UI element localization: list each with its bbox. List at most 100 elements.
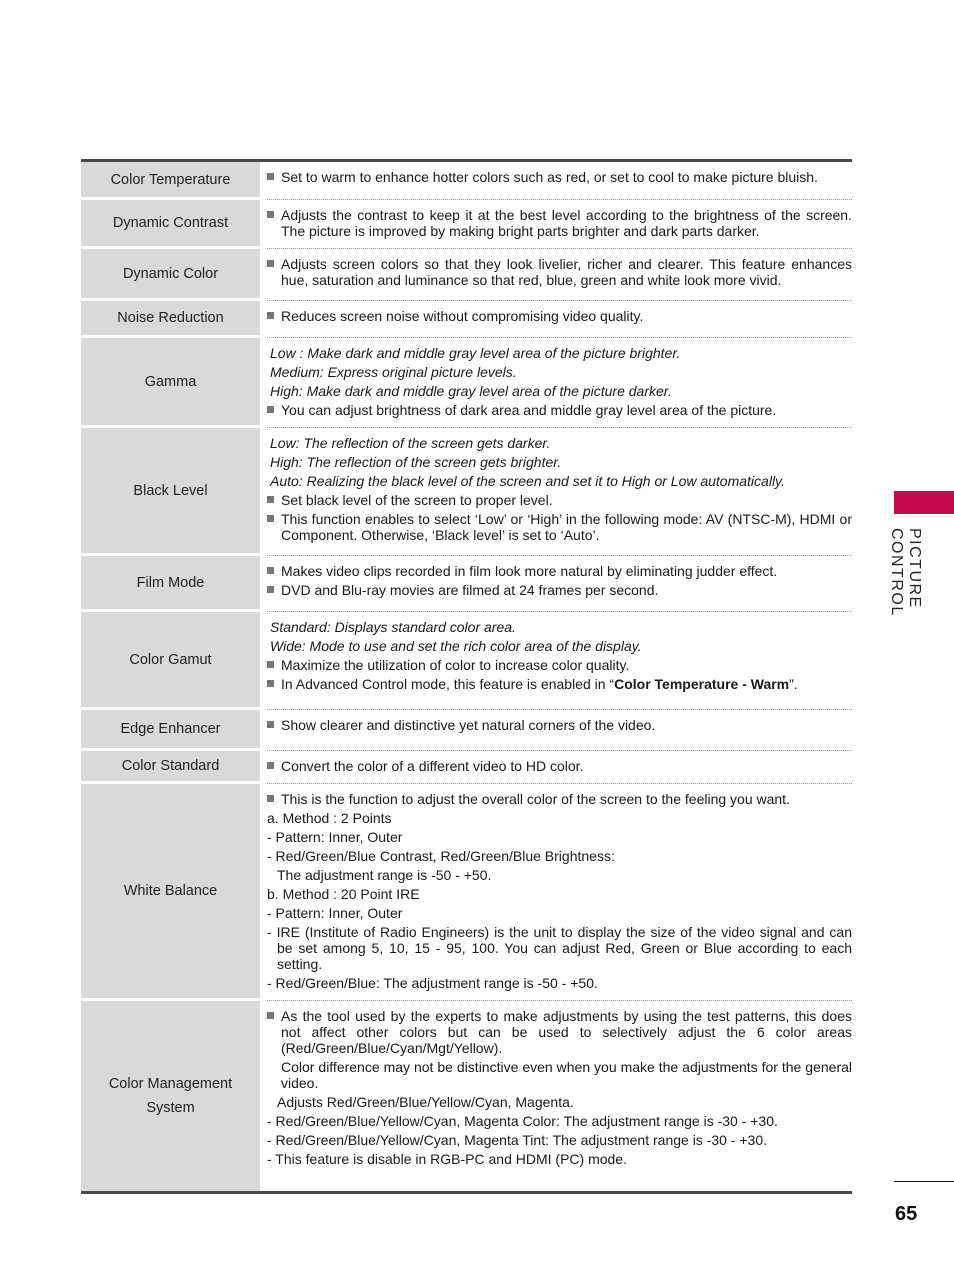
- option-description: Standard: Displays standard color area.: [270, 619, 516, 635]
- table-row: Dynamic Contrast Adjusts the contrast to …: [81, 200, 852, 249]
- bullet-item: Adjusts screen colors so that they look …: [267, 256, 852, 288]
- setting-description: Adjusts the contrast to keep it at the b…: [267, 200, 852, 249]
- bullet-text: Reduces screen noise without compromisin…: [281, 308, 644, 324]
- bullet-item: Convert the color of a different video t…: [267, 758, 852, 774]
- setting-name: Edge Enhancer: [81, 710, 260, 751]
- bullet-text: Set black level of the screen to proper …: [281, 492, 553, 508]
- square-bullet-icon: [267, 680, 274, 687]
- square-bullet-icon: [267, 721, 274, 728]
- setting-name: Dynamic Color: [81, 249, 260, 301]
- setting-name: Color Standard: [81, 751, 260, 784]
- bullet-item: This function enables to select ‘Low’ or…: [267, 511, 852, 543]
- bullet-item: Set to warm to enhance hotter colors suc…: [267, 169, 852, 185]
- bullet-text: As the tool used by the experts to make …: [281, 1008, 852, 1056]
- setting-name: Color Temperature: [81, 162, 260, 200]
- section-tab-marker: [894, 491, 954, 514]
- square-bullet-icon: [267, 260, 274, 267]
- bullet-text: DVD and Blu-ray movies are filmed at 24 …: [281, 582, 659, 598]
- setting-description: Low : Make dark and middle gray level ar…: [267, 338, 852, 428]
- bullet-item: DVD and Blu-ray movies are filmed at 24 …: [267, 582, 852, 598]
- setting-name: Film Mode: [81, 556, 260, 612]
- bullet-text: This is the function to adjust the overa…: [281, 791, 790, 807]
- bullet-text: Convert the color of a different video t…: [281, 758, 584, 774]
- detail-line: - Pattern: Inner, Outer: [267, 905, 403, 921]
- table-row: Color Gamut Standard: Displays standard c…: [81, 612, 852, 710]
- detail-line: The adjustment range is -50 - +50.: [277, 867, 492, 883]
- detail-line: - Red/Green/Blue/Yellow/Cyan, Magenta Co…: [267, 1113, 778, 1129]
- setting-description: Set to warm to enhance hotter colors suc…: [267, 162, 852, 200]
- bullet-item: This is the function to adjust the overa…: [267, 791, 852, 807]
- bullet-item: Adjusts the contrast to keep it at the b…: [267, 207, 852, 239]
- settings-table: Color Temperature Set to warm to enhance …: [81, 159, 852, 1194]
- detail-line: - Red/Green/Blue Contrast, Red/Green/Blu…: [267, 848, 615, 864]
- bullet-text: You can adjust brightness of dark area a…: [281, 402, 777, 418]
- setting-description: As the tool used by the experts to make …: [267, 1001, 852, 1191]
- setting-name: Black Level: [81, 428, 260, 556]
- bullet-item: Set black level of the screen to proper …: [267, 492, 852, 508]
- option-description: Auto: Realizing the black level of the s…: [270, 473, 785, 489]
- bullet-text: Makes video clips recorded in film look …: [281, 563, 778, 579]
- setting-description: Makes video clips recorded in film look …: [267, 556, 852, 612]
- detail-line: - IRE (Institute of Radio Engineers) is …: [267, 924, 852, 972]
- square-bullet-icon: [267, 795, 274, 802]
- table-row: Black Level Low: The reflection of the sc…: [81, 428, 852, 556]
- page-number: 65: [895, 1203, 918, 1225]
- detail-line: b. Method : 20 Point IRE: [267, 886, 420, 902]
- table-row: Edge Enhancer Show clearer and distinctiv…: [81, 710, 852, 751]
- detail-line: - Red/Green/Blue/Yellow/Cyan, Magenta Ti…: [267, 1132, 768, 1148]
- section-title: PICTURE CONTROL: [888, 528, 923, 617]
- detail-line: Adjusts Red/Green/Blue/Yellow/Cyan, Mage…: [277, 1094, 574, 1110]
- option-description: Wide: Mode to use and set the rich color…: [270, 638, 642, 654]
- square-bullet-icon: [267, 661, 274, 668]
- square-bullet-icon: [267, 406, 274, 413]
- option-description: Medium: Express original picture levels.: [270, 364, 517, 380]
- detail-line: - This feature is disable in RGB-PC and …: [267, 1151, 627, 1167]
- bullet-item: Maximize the utilization of color to inc…: [267, 657, 852, 673]
- setting-description: Adjusts screen colors so that they look …: [267, 249, 852, 301]
- bullet-item: Makes video clips recorded in film look …: [267, 563, 852, 579]
- option-description: Low: The reflection of the screen gets d…: [270, 435, 551, 451]
- setting-name: White Balance: [81, 784, 260, 1001]
- bullet-text: Show clearer and distinctive yet natural…: [281, 717, 656, 733]
- bullet-text: Set to warm to enhance hotter colors suc…: [281, 169, 818, 185]
- bullet-item: As the tool used by the experts to make …: [267, 1008, 852, 1056]
- bullet-text: Adjusts the contrast to keep it at the b…: [281, 207, 852, 239]
- setting-description: Reduces screen noise without compromisin…: [267, 301, 852, 338]
- bullet-item: Reduces screen noise without compromisin…: [267, 308, 852, 324]
- square-bullet-icon: [267, 496, 274, 503]
- setting-description: Show clearer and distinctive yet natural…: [267, 710, 852, 751]
- detail-line: Color difference may not be distinctive …: [281, 1059, 852, 1091]
- square-bullet-icon: [267, 567, 274, 574]
- detail-line: - Red/Green/Blue: The adjustment range i…: [267, 975, 598, 991]
- table-row: Gamma Low : Make dark and middle gray lev…: [81, 338, 852, 428]
- bullet-item: In Advanced Control mode, this feature i…: [267, 676, 852, 692]
- square-bullet-icon: [267, 173, 274, 180]
- option-description: Low : Make dark and middle gray level ar…: [270, 345, 681, 361]
- table-row: Film Mode Makes video clips recorded in f…: [81, 556, 852, 612]
- square-bullet-icon: [267, 211, 274, 218]
- setting-description: This is the function to adjust the overa…: [267, 784, 852, 1001]
- square-bullet-icon: [267, 312, 274, 319]
- bullet-text: Maximize the utilization of color to inc…: [281, 657, 630, 673]
- menu-reference: Color Temperature - Warm: [614, 676, 790, 692]
- bullet-text: In Advanced Control mode, this feature i…: [281, 676, 615, 692]
- setting-name: Dynamic Contrast: [81, 200, 260, 249]
- table-row: Color Temperature Set to warm to enhance …: [81, 162, 852, 200]
- table-row: Noise Reduction Reduces screen noise with…: [81, 301, 852, 338]
- option-description: High: The reflection of the screen gets …: [270, 454, 562, 470]
- setting-name: Color Gamut: [81, 612, 260, 710]
- square-bullet-icon: [267, 586, 274, 593]
- table-row: Color Management System As the tool used …: [81, 1001, 852, 1191]
- detail-line: a. Method : 2 Points: [267, 810, 392, 826]
- bullet-text: Adjusts screen colors so that they look …: [281, 256, 852, 288]
- square-bullet-icon: [267, 515, 274, 522]
- table-row: Color Standard Convert the color of a dif…: [81, 751, 852, 784]
- page-number-rule: [894, 1181, 954, 1182]
- bullet-text-end: ”.: [789, 676, 798, 692]
- setting-name: Noise Reduction: [81, 301, 260, 338]
- option-description: High: Make dark and middle gray level ar…: [270, 383, 672, 399]
- bullet-item: Show clearer and distinctive yet natural…: [267, 717, 852, 733]
- setting-name: Gamma: [81, 338, 260, 428]
- bullet-text: This function enables to select ‘Low’ or…: [281, 511, 852, 543]
- setting-name: Color Management System: [81, 1001, 260, 1191]
